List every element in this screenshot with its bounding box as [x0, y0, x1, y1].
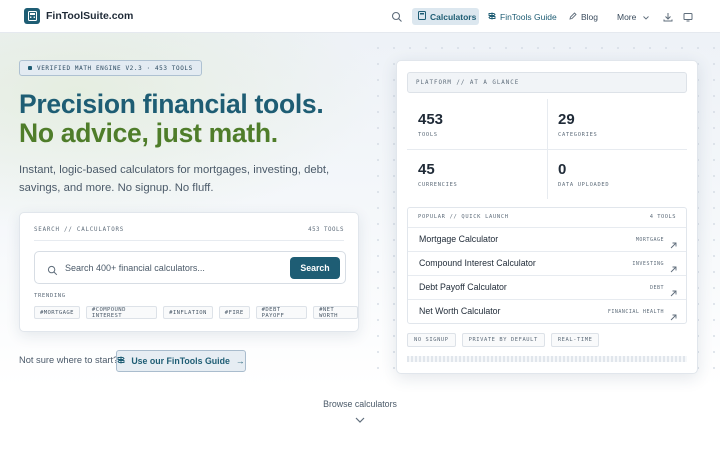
search-icon [47, 263, 58, 276]
quick-launch-compound-interest[interactable]: Compound Interest Calculator INVESTING [408, 251, 686, 275]
search-input[interactable] [65, 260, 285, 276]
badge-text: VERIFIED MATH ENGINE V2.3 · 453 TOOLS [37, 64, 193, 72]
tool-category-tag: FINANCIAL HEALTH [607, 309, 664, 315]
badge-square-icon [28, 66, 32, 70]
quick-launch-label: POPULAR // QUICK LAUNCH [418, 214, 509, 220]
stat-data-uploaded: 0 DATA UPLOADED [547, 149, 687, 199]
trending-chip-inflation[interactable]: #INFLATION [163, 306, 213, 319]
stat-categories: 29 CATEGORIES [547, 99, 687, 149]
stat-currencies: 45 CURRENCIES [407, 149, 547, 199]
arrow-right-icon: → [235, 356, 245, 366]
trending-chip-net-worth[interactable]: #NET WORTH [313, 306, 358, 319]
search-card-label: SEARCH // CALCULATORS [34, 227, 125, 233]
external-arrow-icon [670, 284, 677, 297]
quick-launch-debt-payoff[interactable]: Debt Payoff Calculator DEBT [408, 275, 686, 299]
tool-category-tag: INVESTING [632, 261, 664, 267]
stat-label: CURRENCIES [418, 182, 458, 188]
tool-category-tag: DEBT [649, 285, 664, 291]
nav-guide-label: FinTools Guide [500, 11, 557, 22]
pill-real-time: REAL-TIME [550, 333, 600, 347]
top-nav: FinToolSuite.com Calculators FinTools Gu… [0, 0, 720, 33]
stat-value: 0 [558, 161, 567, 178]
search-card-header: SEARCH // CALCULATORS 453 TOOLS [34, 227, 344, 241]
nav-more-label: More [617, 11, 637, 22]
search-box: Search [34, 251, 346, 284]
search-icon[interactable] [391, 10, 403, 22]
nav-calculators[interactable]: Calculators [412, 8, 479, 25]
quick-launch-mortgage[interactable]: Mortgage Calculator MORTGAGE [408, 227, 686, 251]
trending-chip-debt-payoff[interactable]: #DEBT PAYOFF [255, 306, 308, 319]
pencil-icon [569, 11, 577, 22]
quick-launch-header: POPULAR // QUICK LAUNCH 4 TOOLS [418, 214, 676, 226]
trending-label: TRENDING [34, 293, 66, 299]
search-tool-count: 453 TOOLS [308, 227, 344, 233]
tool-name: Mortgage Calculator [419, 234, 499, 244]
nav-more[interactable]: More [611, 8, 655, 25]
external-arrow-icon [670, 308, 677, 321]
headline-line-1: Precision financial tools. [19, 89, 324, 119]
stat-value: 29 [558, 111, 575, 128]
chevron-down-icon [643, 12, 650, 22]
calculator-logo-icon [24, 8, 40, 24]
chevron-down-icon[interactable] [354, 411, 366, 423]
calculator-icon [418, 11, 426, 22]
trending-chip-compound-interest[interactable]: #COMPOUND INTEREST [85, 306, 158, 319]
platform-panel: PLATFORM // AT A GLANCE 453 TOOLS 29 CAT… [396, 60, 698, 374]
download-icon[interactable] [662, 10, 674, 22]
stat-value: 453 [418, 111, 444, 128]
external-arrow-icon [670, 260, 677, 273]
signpost-icon [488, 12, 496, 22]
page-title: Precision financial tools. No advice, ju… [19, 89, 324, 148]
trending-chip-fire[interactable]: #FIRE [218, 306, 250, 319]
quick-launch-list: POPULAR // QUICK LAUNCH 4 TOOLS Mortgage… [407, 207, 687, 324]
guide-prompt: Not sure where to start? [19, 355, 119, 365]
stat-label: CATEGORIES [558, 132, 598, 138]
pill-no-signup: NO SIGNUP [407, 333, 456, 347]
nav-blog-label: Blog [581, 11, 599, 22]
search-card: SEARCH // CALCULATORS 453 TOOLS Search T… [19, 212, 359, 332]
headline-line-2: No advice, just math. [19, 118, 278, 148]
brand-name: FinToolSuite.com [46, 10, 134, 22]
stat-value: 45 [418, 161, 435, 178]
stat-tools: 453 TOOLS [407, 99, 547, 149]
panel-header: PLATFORM // AT A GLANCE [407, 72, 687, 93]
feature-pills: NO SIGNUP PRIVATE BY DEFAULT REAL-TIME [407, 333, 600, 347]
browse-label: Browse calculators [323, 399, 397, 409]
tool-name: Net Worth Calculator [419, 306, 501, 316]
stat-label: TOOLS [418, 132, 438, 138]
quick-launch-net-worth[interactable]: Net Worth Calculator FINANCIAL HEALTH [408, 299, 686, 323]
verified-badge: VERIFIED MATH ENGINE V2.3 · 453 TOOLS [19, 60, 202, 76]
monitor-icon[interactable] [682, 10, 694, 22]
search-button[interactable]: Search [290, 257, 340, 279]
fintools-guide-button[interactable]: Use our FinTools Guide → [116, 350, 246, 372]
stats-divider-horizontal [407, 149, 687, 150]
brand-link[interactable]: FinToolSuite.com [24, 8, 133, 24]
quick-launch-count: 4 TOOLS [649, 214, 676, 220]
external-arrow-icon [670, 236, 677, 249]
hero-subtitle: Instant, logic-based calculators for mor… [19, 164, 330, 194]
guide-button-label: Use our FinTools Guide [131, 356, 230, 366]
pill-private-by-default: PRIVATE BY DEFAULT [461, 333, 545, 347]
trending-chips: #MORTGAGE #COMPOUND INTEREST #INFLATION … [34, 306, 358, 319]
signpost-icon [117, 356, 125, 366]
tool-category-tag: MORTGAGE [635, 237, 664, 243]
stat-label: DATA UPLOADED [558, 182, 610, 188]
trending-chip-mortgage[interactable]: #MORTGAGE [34, 306, 80, 319]
nav-calculators-label: Calculators [430, 11, 477, 22]
panel-footer-stripe [407, 356, 687, 362]
browse-calculators-link[interactable]: Browse calculators [0, 399, 720, 409]
tool-name: Compound Interest Calculator [419, 258, 536, 268]
tool-name: Debt Payoff Calculator [419, 282, 507, 292]
nav-blog[interactable]: Blog [563, 8, 604, 25]
nav-fintools-guide[interactable]: FinTools Guide [482, 8, 563, 25]
